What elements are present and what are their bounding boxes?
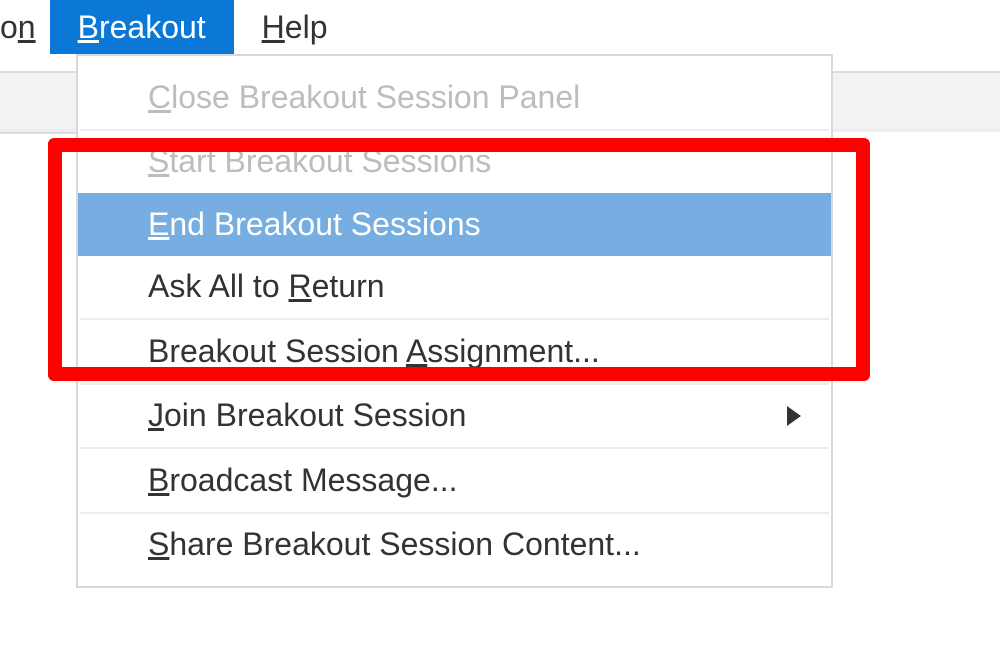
menu-item-share-breakout-content[interactable]: Share Breakout Session Content... [78, 514, 831, 577]
menu-item-broadcast-message[interactable]: Broadcast Message... [78, 449, 831, 512]
menu-item-prev-mnemonic: n [18, 9, 36, 45]
menu-start-rest: tart Breakout Sessions [169, 143, 491, 179]
menu-ask-return-prefix: Ask All to [148, 268, 289, 304]
menu-end-mnemonic: E [148, 206, 169, 242]
menu-join-rest: oin Breakout Session [164, 397, 466, 433]
menu-item-start-breakout: Start Breakout Sessions [78, 131, 831, 194]
menu-item-previous-partial[interactable]: on [0, 0, 50, 54]
menu-item-ask-all-return[interactable]: Ask All to Return [78, 256, 831, 319]
menu-start-mnemonic: S [148, 143, 169, 179]
menu-ask-return-rest: eturn [312, 268, 385, 304]
menu-ask-return-mnemonic: R [289, 268, 312, 304]
menu-item-close-breakout-panel: Close Breakout Session Panel [78, 66, 831, 129]
menu-assignment-rest: ssignment... [427, 333, 600, 369]
menu-item-breakout-mnemonic: B [78, 9, 99, 45]
menu-bar: on Breakout Help [0, 0, 1000, 54]
menu-item-end-breakout[interactable]: End Breakout Sessions [78, 193, 831, 256]
menu-broadcast-rest: roadcast Message... [169, 462, 457, 498]
breakout-dropdown-menu: Close Breakout Session Panel Start Break… [76, 54, 833, 588]
menu-share-mnemonic: S [148, 526, 169, 562]
menu-assignment-prefix: Breakout Session [148, 333, 406, 369]
menu-item-help[interactable]: Help [234, 0, 356, 54]
menu-join-mnemonic: J [148, 397, 164, 433]
menu-item-breakout-assignment[interactable]: Breakout Session Assignment... [78, 320, 831, 383]
left-vertical-strip [0, 132, 76, 667]
menu-item-join-breakout[interactable]: Join Breakout Session [78, 385, 831, 448]
menu-assignment-mnemonic: A [406, 333, 427, 369]
menu-close-panel-mnemonic: C [148, 79, 171, 115]
menu-item-prev-prefix: o [0, 9, 18, 45]
menu-item-breakout-rest: reakout [99, 9, 206, 45]
menu-end-rest: nd Breakout Sessions [169, 206, 480, 242]
menu-broadcast-mnemonic: B [148, 462, 169, 498]
menu-close-panel-rest: lose Breakout Session Panel [171, 79, 580, 115]
menu-item-breakout[interactable]: Breakout [50, 0, 234, 54]
menu-share-rest: hare Breakout Session Content... [169, 526, 640, 562]
menu-item-help-mnemonic: H [262, 9, 285, 45]
menu-item-help-rest: elp [285, 9, 328, 45]
submenu-arrow-icon [787, 406, 801, 426]
